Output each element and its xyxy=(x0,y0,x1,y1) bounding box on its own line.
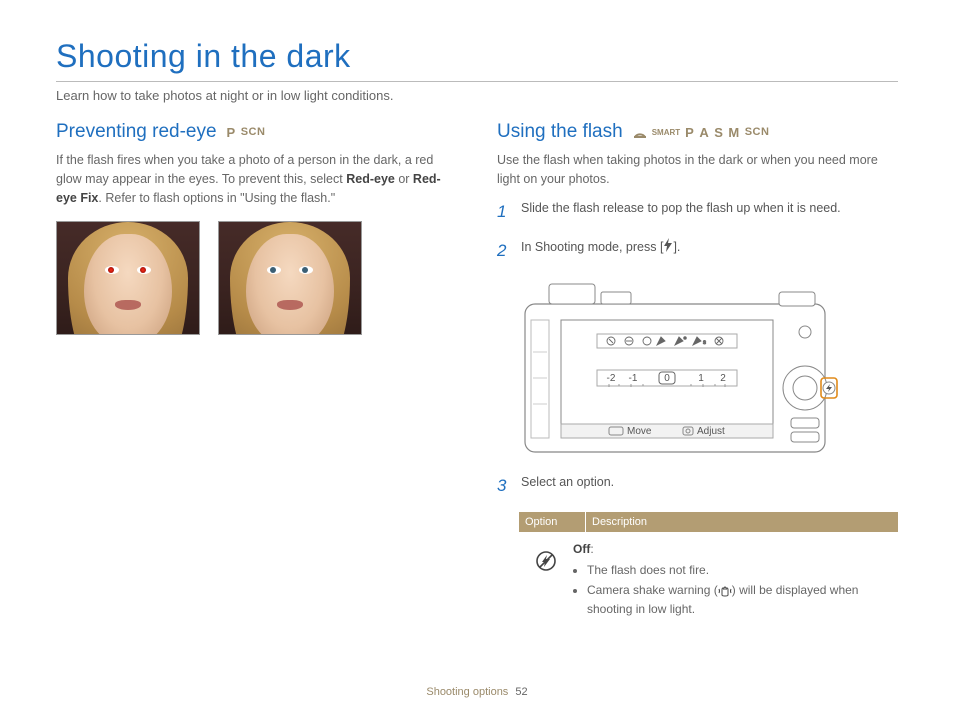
scale-r2: 2 xyxy=(720,373,726,384)
heading-flash-text: Using the flash xyxy=(497,121,623,143)
th-description: Description xyxy=(586,512,898,532)
step-2b: ]. xyxy=(673,240,680,254)
mode-s: S xyxy=(714,125,723,140)
camera-diagram: s -2 -1 0 1 2 xyxy=(519,278,898,463)
heading-flash: Using the flash SMART P A S M SCN xyxy=(497,121,898,143)
step-2-text: In Shooting mode, press []. xyxy=(521,238,680,264)
flash-steps: 1 Slide the flash release to pop the fla… xyxy=(497,199,898,264)
hand-shake-icon xyxy=(718,583,732,597)
mode-p: P xyxy=(227,125,236,140)
example-photos xyxy=(56,221,457,335)
mode-m: M xyxy=(728,125,739,140)
step-2a: In Shooting mode, press [ xyxy=(521,240,663,254)
footer-section: Shooting options xyxy=(426,686,508,698)
step-1-text: Slide the flash release to pop the flash… xyxy=(521,199,841,225)
redeye-mid: or xyxy=(395,172,413,186)
mode-smart: SMART xyxy=(652,128,680,137)
col-left: Preventing red-eye P SCN If the flash fi… xyxy=(56,121,457,620)
manual-page: Shooting in the dark Learn how to take p… xyxy=(0,0,954,720)
title-rule xyxy=(56,81,898,82)
mode-scn: SCN xyxy=(241,126,266,138)
mode-a: A xyxy=(699,125,709,140)
redeye-post: . Refer to flash options in "Using the f… xyxy=(98,191,335,205)
photo-redeye-before xyxy=(56,221,200,335)
columns: Preventing red-eye P SCN If the flash fi… xyxy=(56,121,898,620)
step-1: 1 Slide the flash release to pop the fla… xyxy=(497,199,898,225)
mode-smart-icon xyxy=(633,125,647,140)
step-3: 3 Select an option. xyxy=(497,473,898,499)
label-move: Move xyxy=(627,426,652,437)
off-colon: : xyxy=(590,542,593,556)
heading-redeye-text: Preventing red-eye xyxy=(56,121,217,143)
page-lead: Learn how to take photos at night or in … xyxy=(56,88,898,103)
off-b2a: Camera shake warning ( xyxy=(587,583,718,597)
redeye-b1: Red-eye xyxy=(346,172,395,186)
option-table-head: Option Description xyxy=(519,512,898,532)
th-option: Option xyxy=(519,512,586,532)
scale-0: 0 xyxy=(664,373,670,384)
page-title: Shooting in the dark xyxy=(56,38,898,75)
option-row-off: Off: The flash does not fire. Camera sha… xyxy=(519,532,898,620)
scale-r1: 1 xyxy=(698,373,704,384)
step-3-num: 3 xyxy=(497,473,511,499)
off-label: Off xyxy=(573,542,590,556)
photo-redeye-after xyxy=(218,221,362,335)
option-table: Option Description Off: The flash does n… xyxy=(519,512,898,620)
flash-icon xyxy=(663,238,673,258)
option-off-desc: Off: The flash does not fire. Camera sha… xyxy=(573,540,898,620)
mode-scn2: SCN xyxy=(745,126,770,138)
label-adjust: Adjust xyxy=(697,426,725,437)
heading-redeye: Preventing red-eye P SCN xyxy=(56,121,457,143)
modes-redeye: P SCN xyxy=(227,125,266,140)
scale-l2: -2 xyxy=(607,373,616,384)
col-right: Using the flash SMART P A S M SCN Use th… xyxy=(497,121,898,620)
flash-intro: Use the flash when taking photos in the … xyxy=(497,151,898,189)
off-bullet-1: The flash does not fire. xyxy=(587,561,898,580)
step-2: 2 In Shooting mode, press []. xyxy=(497,238,898,264)
svg-text:s: s xyxy=(703,340,706,346)
modes-flash: SMART P A S M SCN xyxy=(633,125,770,140)
off-bullet-2: Camera shake warning () will be displaye… xyxy=(587,581,898,618)
mode-p2: P xyxy=(685,125,694,140)
step-3-text: Select an option. xyxy=(521,473,614,499)
option-off-icon xyxy=(519,540,573,572)
redeye-body: If the flash fires when you take a photo… xyxy=(56,151,457,207)
scale-l1: -1 xyxy=(629,373,638,384)
step-2-num: 2 xyxy=(497,238,511,264)
step-1-num: 1 xyxy=(497,199,511,225)
page-footer: Shooting options 52 xyxy=(0,686,954,698)
footer-page: 52 xyxy=(515,686,527,698)
